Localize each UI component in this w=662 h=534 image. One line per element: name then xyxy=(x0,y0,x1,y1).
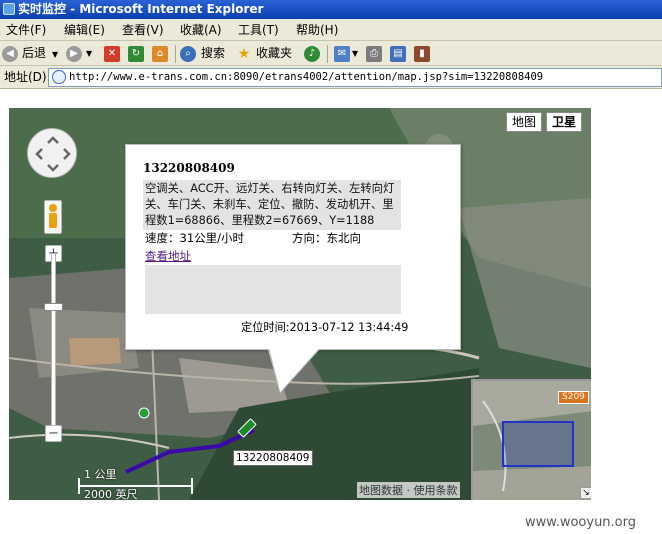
overview-map[interactable]: S209 ↘ xyxy=(471,379,591,500)
media-icon: ♪ xyxy=(304,46,320,62)
mail-icon: ✉ xyxy=(334,46,350,62)
star-icon: ★ xyxy=(237,46,251,62)
zoom-out-button[interactable]: − xyxy=(45,425,62,442)
ie-icon xyxy=(3,3,15,15)
poi-marker-icon[interactable] xyxy=(138,407,150,419)
back-label: 后退 xyxy=(22,46,47,60)
chevron-down-icon: ▼ xyxy=(52,50,59,59)
stop-icon: ✕ xyxy=(104,46,120,62)
ie-window: 实时监控 - Microsoft Internet Explorer 文件(F)… xyxy=(0,0,662,534)
home-button[interactable]: ⌂ xyxy=(152,43,170,64)
forward-arrow-icon: ▶ xyxy=(66,46,82,62)
chevron-down-icon: ▼ xyxy=(352,49,359,58)
map-view[interactable]: 地图 卫星 + − 13220808409 空调关、ACC开、远灯关、右转向灯关… xyxy=(9,108,591,500)
print-icon: ⎙ xyxy=(366,46,382,62)
address-label: 地址(D) xyxy=(4,70,47,84)
info-speed: 速度：31公里/小时 xyxy=(145,231,245,245)
standard-toolbar: ◀ 后退 ▼ ▶ ▼ ✕ ↻ ⌂ ⌕ 搜索 ★ 收藏夹 ♪ ✉ ▼ ⎙ ▤ ▮ xyxy=(0,41,662,66)
toolbar-separator xyxy=(327,45,328,63)
forward-button[interactable]: ▶ ▼ xyxy=(66,43,96,64)
window-title: 实时监控 - Microsoft Internet Explorer xyxy=(18,2,264,16)
vehicle-info-window: 13220808409 空调关、ACC开、远灯关、右转向灯关、左转向灯关、车门关… xyxy=(125,144,461,350)
address-input[interactable]: http://www.e-trans.com.cn:8090/etrans400… xyxy=(48,68,662,87)
scale-metric-label: 1 公里 xyxy=(84,468,117,481)
overview-collapse-icon[interactable]: ↘ xyxy=(580,487,591,499)
back-arrow-icon: ◀ xyxy=(2,46,18,62)
discuss-button[interactable]: ▮ xyxy=(414,43,432,64)
refresh-button[interactable]: ↻ xyxy=(128,43,146,64)
print-button[interactable]: ⎙ xyxy=(366,43,384,64)
map-copyright[interactable]: 地图数据 · 使用条款 xyxy=(357,482,460,498)
map-type-satellite-button[interactable]: 卫星 xyxy=(546,112,583,132)
chevron-down-icon: ▼ xyxy=(86,49,93,58)
info-window-pointer xyxy=(268,349,320,393)
home-icon: ⌂ xyxy=(152,46,168,62)
info-status-text: 空调关、ACC开、远灯关、右转向灯关、左转向灯关、车门关、未刹车、定位、撤防、发… xyxy=(143,180,401,230)
info-direction: 方向：东北向 xyxy=(292,231,361,245)
street-view-pegman-icon[interactable] xyxy=(44,200,62,234)
toolbar-separator xyxy=(175,45,176,63)
zoom-slider-thumb[interactable] xyxy=(44,303,63,311)
mail-button[interactable]: ✉ ▼ xyxy=(334,43,360,64)
search-label: 搜索 xyxy=(201,46,226,60)
favorites-button[interactable]: ★ 收藏夹 xyxy=(236,43,296,64)
address-result-box xyxy=(145,265,401,314)
title-bar: 实时监控 - Microsoft Internet Explorer xyxy=(0,0,662,19)
menu-view[interactable]: 查看(V) xyxy=(122,19,164,41)
view-address-link[interactable]: 查看地址 xyxy=(145,248,191,264)
refresh-icon: ↻ xyxy=(128,46,144,62)
scale-imperial-label: 2000 英尺 xyxy=(84,488,138,500)
edit-page-icon: ▤ xyxy=(390,46,406,62)
pan-arrows-icon xyxy=(35,136,71,172)
menu-bar: 文件(F) 编辑(E) 查看(V) 收藏(A) 工具(T) 帮助(H) xyxy=(0,19,662,41)
vehicle-marker-label: 13220808409 xyxy=(233,450,313,466)
menu-file[interactable]: 文件(F) xyxy=(6,19,46,41)
menu-help[interactable]: 帮助(H) xyxy=(296,19,338,41)
menu-edit[interactable]: 编辑(E) xyxy=(64,19,105,41)
page-icon xyxy=(52,70,66,84)
favorites-label: 收藏夹 xyxy=(256,46,293,60)
address-bar: 地址(D) http://www.e-trans.com.cn:8090/etr… xyxy=(0,66,662,89)
overview-viewport-box[interactable] xyxy=(502,421,574,467)
zoom-slider-track[interactable] xyxy=(51,253,56,429)
back-dropdown[interactable]: ▼ xyxy=(52,43,64,64)
search-icon: ⌕ xyxy=(180,46,196,62)
stop-button[interactable]: ✕ xyxy=(104,43,122,64)
info-vehicle-id: 13220808409 xyxy=(143,161,235,175)
menu-tools[interactable]: 工具(T) xyxy=(238,19,279,41)
edit-button[interactable]: ▤ xyxy=(390,43,408,64)
pan-control[interactable] xyxy=(27,128,77,178)
discuss-icon: ▮ xyxy=(414,46,430,62)
back-button[interactable]: ◀ 后退 xyxy=(2,43,48,64)
watermark: www.wooyun.org xyxy=(525,515,637,530)
search-button[interactable]: ⌕ 搜索 xyxy=(180,43,228,64)
map-type-map-button[interactable]: 地图 xyxy=(506,112,543,132)
menu-favorites[interactable]: 收藏(A) xyxy=(180,19,222,41)
address-url: http://www.e-trans.com.cn:8090/etrans400… xyxy=(69,71,544,83)
info-locate-time: 定位时间:2013-07-12 13:44:49 xyxy=(241,321,409,334)
media-button[interactable]: ♪ xyxy=(304,43,322,64)
road-badge-s209: S209 xyxy=(558,391,589,404)
